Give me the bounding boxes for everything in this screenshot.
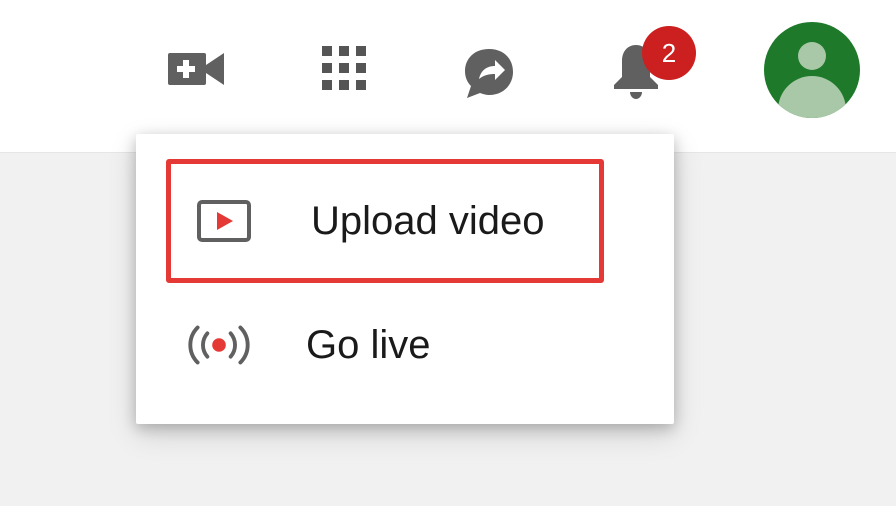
- account-avatar-icon: [764, 22, 860, 118]
- account-avatar-button[interactable]: [764, 22, 860, 118]
- create-menu: Upload video Go live: [136, 134, 674, 424]
- create-video-button[interactable]: [166, 48, 228, 94]
- top-bar: 2: [0, 0, 896, 153]
- notification-count-badge: 2: [642, 26, 696, 80]
- go-live-menu-item[interactable]: Go live: [166, 284, 604, 406]
- chat-bubble-icon: [459, 43, 519, 108]
- upload-video-icon: [189, 191, 259, 251]
- apps-button[interactable]: [316, 42, 372, 98]
- apps-grid-icon: [320, 44, 368, 97]
- video-camera-plus-icon: [166, 47, 228, 96]
- live-broadcast-icon: [184, 315, 254, 375]
- messages-button[interactable]: [458, 44, 520, 106]
- upload-video-label: Upload video: [311, 198, 545, 243]
- go-live-label: Go live: [306, 322, 431, 367]
- upload-video-menu-item[interactable]: Upload video: [166, 159, 604, 283]
